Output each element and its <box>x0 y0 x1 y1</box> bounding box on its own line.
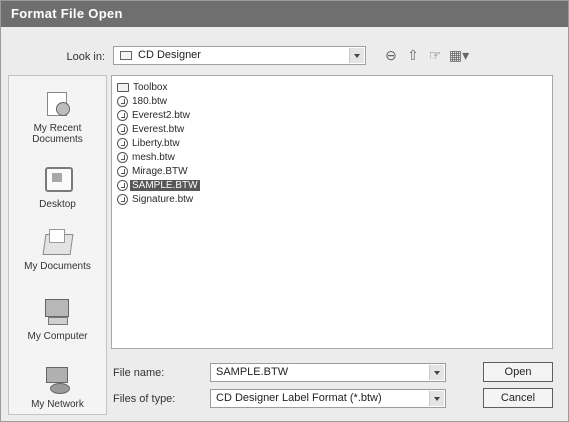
file-name: SAMPLE.BTW <box>130 179 200 191</box>
places-bar: My Recent Documents Desktop My Documents… <box>8 75 107 415</box>
list-item[interactable]: Mirage.BTW <box>117 164 190 178</box>
file-name: 180.btw <box>132 95 168 107</box>
file-name: mesh.btw <box>132 151 175 163</box>
place-my-documents[interactable]: My Documents <box>9 226 106 272</box>
list-item[interactable]: Everest.btw <box>117 122 186 136</box>
list-item[interactable]: Liberty.btw <box>117 136 182 150</box>
list-item[interactable]: mesh.btw <box>117 150 177 164</box>
views-menu-icon[interactable]: ▦▾ <box>447 46 471 64</box>
window-title: Format File Open <box>11 6 123 21</box>
file-open-dialog: Format File Open Look in: CD Designer ⊖ … <box>0 0 569 422</box>
place-label: My Network <box>31 399 84 410</box>
file-name: Everest.btw <box>132 123 185 135</box>
title-bar[interactable]: Format File Open <box>1 1 568 27</box>
btw-file-icon <box>117 165 128 177</box>
file-name-value: SAMPLE.BTW <box>216 366 289 378</box>
file-type-label: Files of type: <box>113 393 176 405</box>
look-in-value: CD Designer <box>138 49 201 61</box>
look-in-label: Look in: <box>66 51 105 63</box>
list-item[interactable]: Everest2.btw <box>117 108 192 122</box>
list-item-selected[interactable]: SAMPLE.BTW <box>117 178 200 192</box>
place-desktop[interactable]: Desktop <box>9 164 106 210</box>
file-type-value: CD Designer Label Format (*.btw) <box>216 392 382 404</box>
file-type-select[interactable]: CD Designer Label Format (*.btw) <box>210 389 446 408</box>
place-my-recent-documents[interactable]: My Recent Documents <box>9 88 106 145</box>
back-icon[interactable]: ⊖ <box>381 46 401 64</box>
btw-file-icon <box>117 137 128 149</box>
place-label: My Computer <box>27 331 88 342</box>
place-label: My Documents <box>24 261 91 272</box>
btw-file-icon <box>117 179 128 191</box>
chevron-down-icon[interactable] <box>429 391 444 406</box>
file-name-input[interactable]: SAMPLE.BTW <box>210 363 446 382</box>
btw-file-icon <box>117 95 128 107</box>
up-folder-icon[interactable]: ⇧ <box>403 46 423 64</box>
file-list[interactable]: Toolbox 180.btw Everest2.btw Everest.btw… <box>111 75 553 349</box>
btw-file-icon <box>117 123 128 135</box>
open-button[interactable]: Open <box>483 362 553 382</box>
my-network-icon <box>41 364 75 396</box>
new-folder-icon[interactable]: ☞ <box>425 46 445 64</box>
btw-file-icon <box>117 193 128 205</box>
list-item[interactable]: Signature.btw <box>117 192 195 206</box>
chevron-down-icon[interactable] <box>429 365 444 380</box>
look-in-dropdown[interactable]: CD Designer <box>113 46 366 65</box>
dialog-body: Look in: CD Designer ⊖ ⇧ ☞ ▦▾ My Recent … <box>1 27 568 421</box>
file-name-label: File name: <box>113 367 165 379</box>
desktop-icon <box>41 164 75 196</box>
place-label: Desktop <box>39 199 76 210</box>
place-my-computer[interactable]: My Computer <box>9 296 106 342</box>
file-name: Toolbox <box>133 81 168 93</box>
place-my-network[interactable]: My Network <box>9 364 106 410</box>
file-name: Everest2.btw <box>132 109 190 121</box>
file-name: Mirage.BTW <box>132 165 188 177</box>
list-item[interactable]: 180.btw <box>117 94 169 108</box>
list-item-folder[interactable]: Toolbox <box>117 80 169 94</box>
cancel-button[interactable]: Cancel <box>483 388 553 408</box>
folder-icon <box>120 51 132 60</box>
my-computer-icon <box>41 296 75 328</box>
folder-icon <box>117 82 129 92</box>
place-label: My Recent Documents <box>32 123 83 145</box>
btw-file-icon <box>117 109 128 121</box>
btw-file-icon <box>117 151 128 163</box>
file-name: Liberty.btw <box>132 137 180 149</box>
recent-documents-icon <box>41 88 75 120</box>
file-name: Signature.btw <box>132 193 194 205</box>
my-documents-icon <box>41 226 75 258</box>
chevron-down-icon[interactable] <box>349 48 364 63</box>
